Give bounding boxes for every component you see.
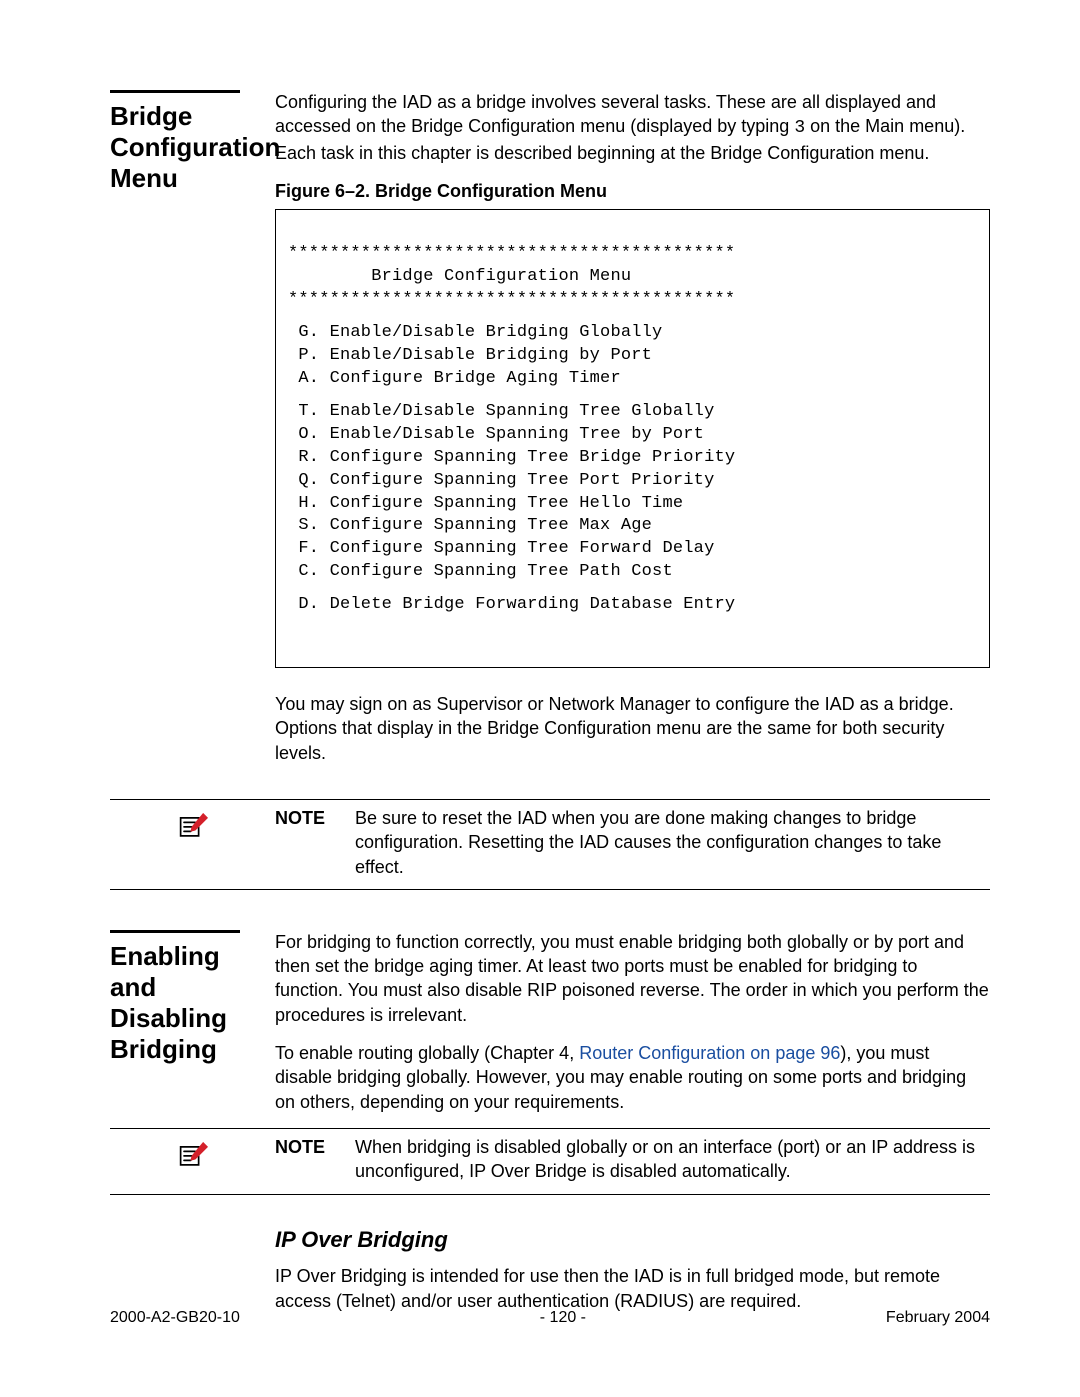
page: Bridge Configuration Menu Configuring th… [0,0,1080,1397]
page-footer: 2000-A2-GB20-10 - 120 - February 2004 [110,1309,990,1327]
term-line: P. Enable/Disable Bridging by Port [288,346,652,365]
note-icon [175,810,211,846]
section-body: Configuring the IAD as a bridge involves… [275,90,990,779]
heading-rule [110,930,240,933]
term-line: C. Configure Spanning Tree Path Cost [288,562,673,581]
paragraph: To enable routing globally (Chapter 4, R… [275,1041,990,1114]
note-label: NOTE [275,806,355,879]
p2-before: To enable routing globally (Chapter 4, [275,1043,579,1063]
after-paragraph: You may sign on as Supervisor or Network… [275,692,990,765]
note-label: NOTE [275,1135,355,1184]
side-heading-column: Enabling and Disabling Bridging [110,930,275,1066]
note-row: NOTE Be sure to reset the IAD when you a… [110,800,990,889]
term-line: R. Configure Spanning Tree Bridge Priori… [288,448,735,467]
term-group-2: T. Enable/Disable Spanning Tree Globally… [288,401,977,585]
term-line: F. Configure Spanning Tree Forward Delay [288,539,714,558]
note-body-cell: NOTE Be sure to reset the IAD when you a… [275,806,990,879]
section-heading: Enabling and Disabling Bridging [110,941,255,1066]
subsection-ip-over-bridging: IP Over Bridging IP Over Bridging is int… [110,1195,990,1327]
footer-date: February 2004 [886,1309,990,1327]
section-body: For bridging to function correctly, you … [275,930,990,1128]
intro-text-mono: 3 [794,118,805,138]
term-line: H. Configure Spanning Tree Hello Time [288,494,683,513]
paragraph: IP Over Bridging is intended for use the… [275,1264,990,1313]
section-bridge-config: Bridge Configuration Menu Configuring th… [110,90,990,779]
term-line: O. Enable/Disable Spanning Tree by Port [288,425,704,444]
note-icon [175,1139,211,1175]
side-heading-column: Bridge Configuration Menu [110,90,275,195]
note-icon-cell [110,1135,275,1175]
footer-page-number: - 120 - [540,1309,586,1327]
figure-caption: Figure 6–2. Bridge Configuration Menu [275,179,990,203]
section-gap [110,890,990,930]
note-icon-cell [110,806,275,846]
subsection-body: IP Over Bridging IP Over Bridging is int… [275,1195,990,1327]
term-line: G. Enable/Disable Bridging Globally [288,323,662,342]
intro-paragraph: Configuring the IAD as a bridge involves… [275,90,990,165]
note-text: When bridging is disabled globally or on… [355,1135,990,1184]
note-body-cell: NOTE When bridging is disabled globally … [275,1135,990,1184]
note-block-1: NOTE Be sure to reset the IAD when you a… [110,799,990,890]
term-title: Bridge Configuration Menu [288,267,631,286]
note-row: NOTE When bridging is disabled globally … [110,1129,990,1194]
note-text: Be sure to reset the IAD when you are do… [355,806,990,879]
section-enabling-bridging: Enabling and Disabling Bridging For brid… [110,930,990,1128]
term-stars-bottom: ****************************************… [288,290,735,309]
note-block-2: NOTE When bridging is disabled globally … [110,1128,990,1195]
term-group-3: D. Delete Bridge Forwarding Database Ent… [288,594,977,617]
term-line: D. Delete Bridge Forwarding Database Ent… [288,595,735,614]
term-line: A. Configure Bridge Aging Timer [288,369,621,388]
subsection-heading: IP Over Bridging [275,1225,990,1255]
term-header: ****************************************… [288,243,977,312]
cross-reference-link[interactable]: Router Configuration on page 96 [579,1043,840,1063]
section-heading: Bridge Configuration Menu [110,101,255,195]
footer-doc-id: 2000-A2-GB20-10 [110,1309,240,1327]
terminal-box: ****************************************… [275,209,990,668]
term-line: S. Configure Spanning Tree Max Age [288,516,652,535]
term-line: Q. Configure Spanning Tree Port Priority [288,471,714,490]
term-line: T. Enable/Disable Spanning Tree Globally [288,402,714,421]
heading-rule [110,90,240,93]
paragraph: For bridging to function correctly, you … [275,930,990,1027]
term-stars-top: ****************************************… [288,244,735,263]
term-group-1: G. Enable/Disable Bridging Globally P. E… [288,322,977,391]
